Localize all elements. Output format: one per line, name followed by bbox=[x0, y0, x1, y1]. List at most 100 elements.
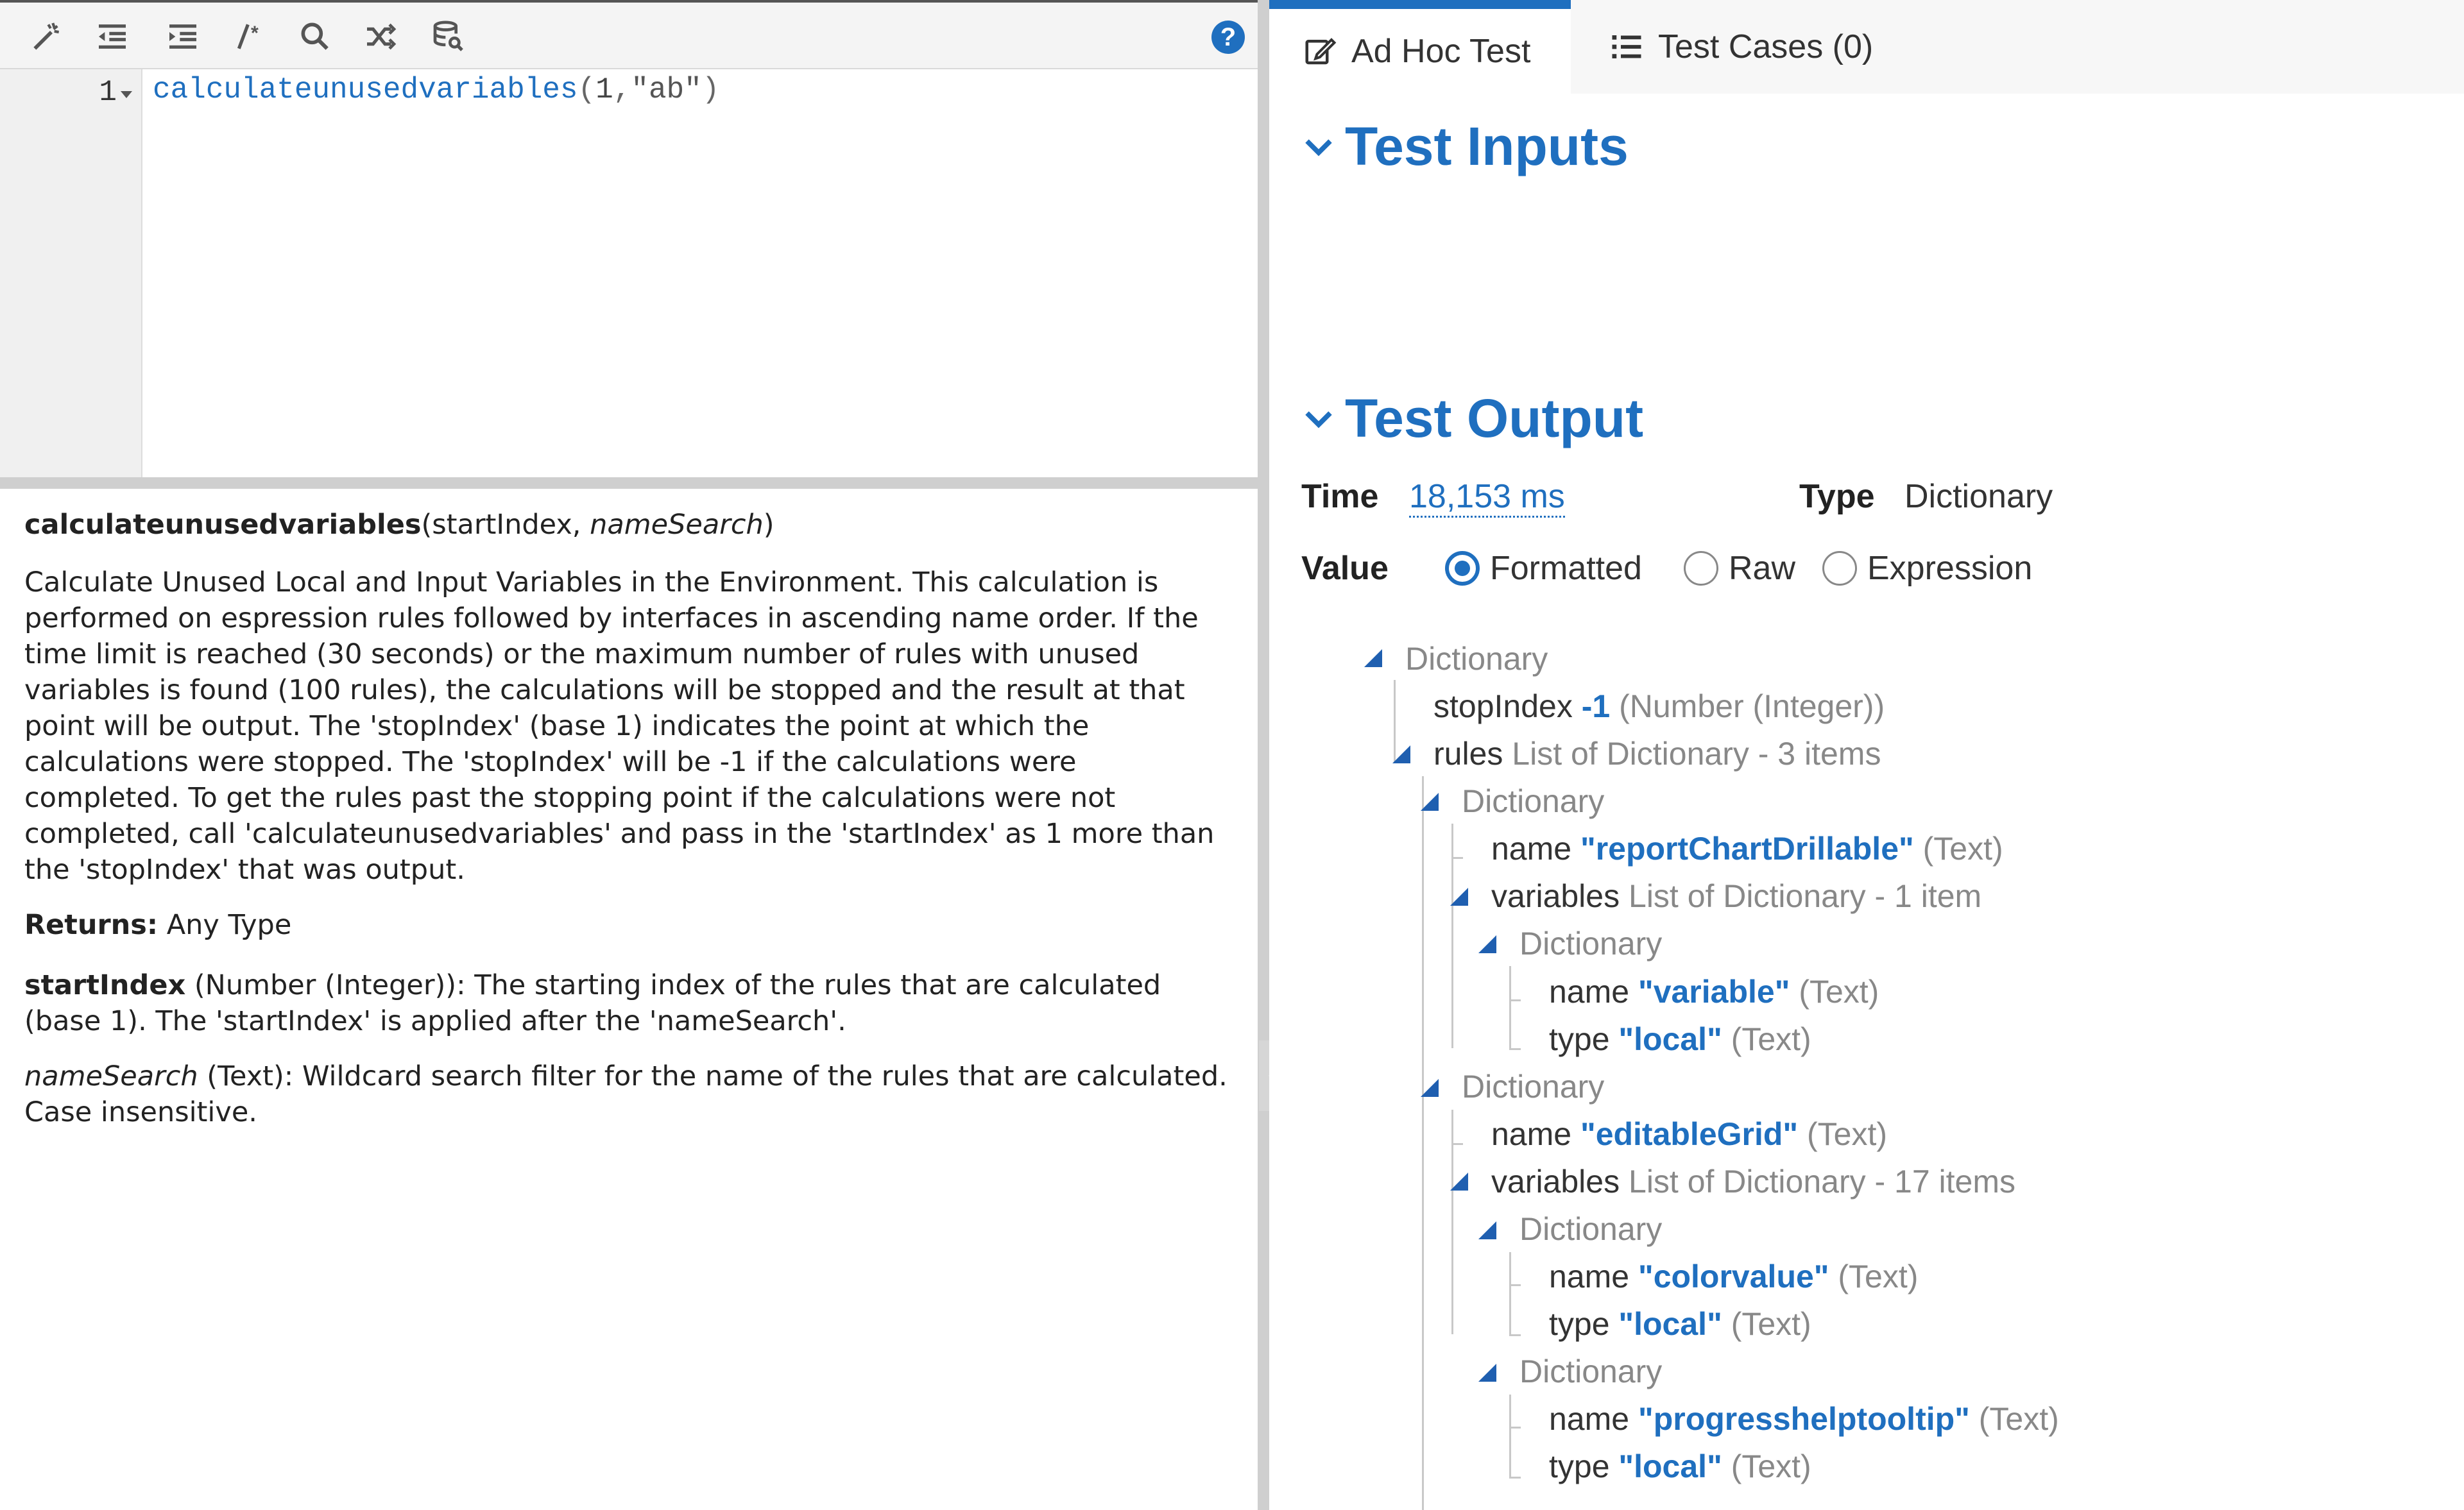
help-icon[interactable]: ? bbox=[1211, 21, 1245, 54]
node-type: (Text) bbox=[1922, 831, 2003, 867]
radio-expression[interactable]: Expression bbox=[1822, 549, 2032, 588]
node-key: type bbox=[1549, 1021, 1610, 1057]
tree-line bbox=[1509, 1395, 1511, 1477]
node-value: "variable" bbox=[1638, 974, 1790, 1010]
tab-test-cases[interactable]: Test Cases (0) bbox=[1609, 0, 1943, 94]
node-key: type bbox=[1549, 1306, 1610, 1342]
sig-param-startindex: startIndex bbox=[432, 509, 572, 541]
function-description: Calculate Unused Local and Input Variabl… bbox=[24, 566, 1215, 886]
node-type: (Text) bbox=[1978, 1401, 2059, 1437]
radio-formatted-label: Formatted bbox=[1490, 550, 1642, 587]
tab-test-cases-label: Test Cases (0) bbox=[1658, 28, 1874, 65]
node-type: Dictionary bbox=[1519, 1353, 1663, 1389]
type-value: Dictionary bbox=[1904, 478, 2053, 515]
tree-node-type: type "local" (Text) bbox=[1549, 1305, 1811, 1343]
test-output-header[interactable]: Test Output bbox=[1301, 387, 1643, 450]
tree-node-variables: variables List of Dictionary - 17 items bbox=[1491, 1162, 2015, 1201]
code-arg-string: "ab" bbox=[631, 73, 702, 106]
expand-triangle-icon[interactable] bbox=[1421, 793, 1439, 811]
tree-node-type: type "local" (Text) bbox=[1549, 1020, 1811, 1058]
param-startindex-name: startIndex bbox=[24, 969, 186, 1001]
node-key: variables bbox=[1491, 878, 1620, 914]
chevron-down-icon bbox=[1305, 411, 1332, 428]
expand-triangle-icon[interactable] bbox=[1450, 888, 1468, 906]
tree-node-stopindex: stopIndex -1 (Number (Integer)) bbox=[1433, 687, 1885, 725]
tree-line bbox=[1509, 1284, 1521, 1286]
time-value[interactable]: 18,153 ms bbox=[1409, 477, 1565, 518]
returns-value: Any Type bbox=[158, 909, 292, 941]
tree-line bbox=[1451, 857, 1463, 859]
shuffle-icon[interactable] bbox=[358, 14, 403, 59]
expand-triangle-icon[interactable] bbox=[1478, 1221, 1496, 1239]
sig-sep: , bbox=[572, 509, 590, 541]
expand-triangle-icon[interactable] bbox=[1364, 649, 1382, 667]
radio-unselected-icon bbox=[1822, 551, 1857, 586]
node-type: Dictionary bbox=[1519, 1211, 1663, 1247]
tree-line bbox=[1509, 1252, 1511, 1334]
sig-param-namesearch: nameSearch bbox=[590, 509, 764, 541]
tree-node-root: Dictionary bbox=[1405, 640, 1548, 678]
node-type: Dictionary bbox=[1405, 641, 1548, 677]
tree-line bbox=[1422, 776, 1424, 1510]
svg-text:*: * bbox=[251, 23, 259, 44]
line-gutter: 1 bbox=[0, 69, 142, 477]
expression-editor-pane: * ? 1 calculateunusedvariables(1,"ab") c… bbox=[0, 0, 1258, 1510]
tree-line bbox=[1509, 1048, 1521, 1050]
expand-triangle-icon[interactable] bbox=[1392, 745, 1410, 763]
sig-paren: ( bbox=[421, 509, 432, 541]
node-type: List of Dictionary - 17 items bbox=[1629, 1164, 2015, 1200]
comment-icon[interactable]: * bbox=[228, 14, 273, 59]
node-value: -1 bbox=[1581, 688, 1611, 724]
chevron-down-icon bbox=[1305, 139, 1332, 156]
line-number: 1 bbox=[99, 76, 117, 109]
node-type: Dictionary bbox=[1462, 1069, 1605, 1105]
value-label: Value bbox=[1301, 550, 1389, 587]
node-type: Dictionary bbox=[1462, 783, 1605, 819]
param-namesearch-desc: (Text): Wildcard search filter for the n… bbox=[24, 1060, 1228, 1128]
code-paren-open: ( bbox=[578, 73, 596, 106]
node-key: name bbox=[1549, 1259, 1630, 1294]
search-icon[interactable] bbox=[293, 14, 338, 59]
expand-triangle-icon[interactable] bbox=[1421, 1079, 1439, 1097]
radio-expression-label: Expression bbox=[1867, 550, 2033, 587]
node-key: variables bbox=[1491, 1164, 1620, 1200]
tree-node-rules: rules List of Dictionary - 3 items bbox=[1433, 734, 1881, 773]
param-namesearch-doc: nameSearch (Text): Wildcard search filte… bbox=[24, 1058, 1231, 1130]
code-line[interactable]: calculateunusedvariables(1,"ab") bbox=[153, 73, 719, 106]
tree-line bbox=[1451, 1143, 1463, 1145]
fold-arrow-icon[interactable] bbox=[121, 91, 132, 98]
radio-raw[interactable]: Raw bbox=[1684, 549, 1795, 588]
returns-label: Returns: bbox=[24, 909, 158, 941]
node-type: List of Dictionary - 1 item bbox=[1629, 878, 1982, 914]
outdent-icon[interactable] bbox=[90, 14, 135, 59]
tree-node-dictionary: Dictionary bbox=[1519, 1210, 1662, 1248]
radio-unselected-icon bbox=[1684, 551, 1718, 586]
magic-wand-icon[interactable] bbox=[24, 14, 69, 59]
node-key: name bbox=[1491, 1116, 1572, 1152]
node-type: (Text) bbox=[1799, 974, 1879, 1010]
test-pane: Ad Hoc Test Test Cases (0) Test Inputs T… bbox=[1269, 0, 2464, 1510]
tab-ad-hoc-test[interactable]: Ad Hoc Test bbox=[1269, 0, 1571, 94]
node-value: "progresshelptooltip" bbox=[1638, 1401, 1970, 1437]
radio-formatted[interactable]: Formatted bbox=[1445, 549, 1642, 588]
expand-triangle-icon[interactable] bbox=[1450, 1173, 1468, 1191]
sig-paren-close: ) bbox=[763, 509, 774, 541]
radio-selected-icon bbox=[1445, 551, 1480, 586]
indent-icon[interactable] bbox=[160, 14, 205, 59]
node-type: (Text) bbox=[1731, 1306, 1811, 1342]
tree-line bbox=[1509, 966, 1511, 1048]
function-documentation: calculateunusedvariables(startIndex, nam… bbox=[24, 507, 1231, 1130]
expand-triangle-icon[interactable] bbox=[1478, 935, 1496, 953]
expand-triangle-icon[interactable] bbox=[1478, 1364, 1496, 1382]
horizontal-splitter[interactable] bbox=[0, 477, 1258, 489]
test-inputs-header[interactable]: Test Inputs bbox=[1301, 115, 1629, 178]
function-name: calculateunusedvariables bbox=[24, 509, 422, 541]
tree-node-variables: variables List of Dictionary - 1 item bbox=[1491, 877, 1981, 915]
node-value: "local" bbox=[1618, 1448, 1722, 1484]
radio-raw-label: Raw bbox=[1729, 550, 1796, 587]
test-inputs-title: Test Inputs bbox=[1345, 116, 1629, 176]
node-type: List of Dictionary - 3 items bbox=[1512, 736, 1881, 772]
node-type: Dictionary bbox=[1519, 926, 1663, 962]
vertical-splitter[interactable] bbox=[1258, 0, 1269, 1510]
database-search-icon[interactable] bbox=[426, 14, 471, 59]
